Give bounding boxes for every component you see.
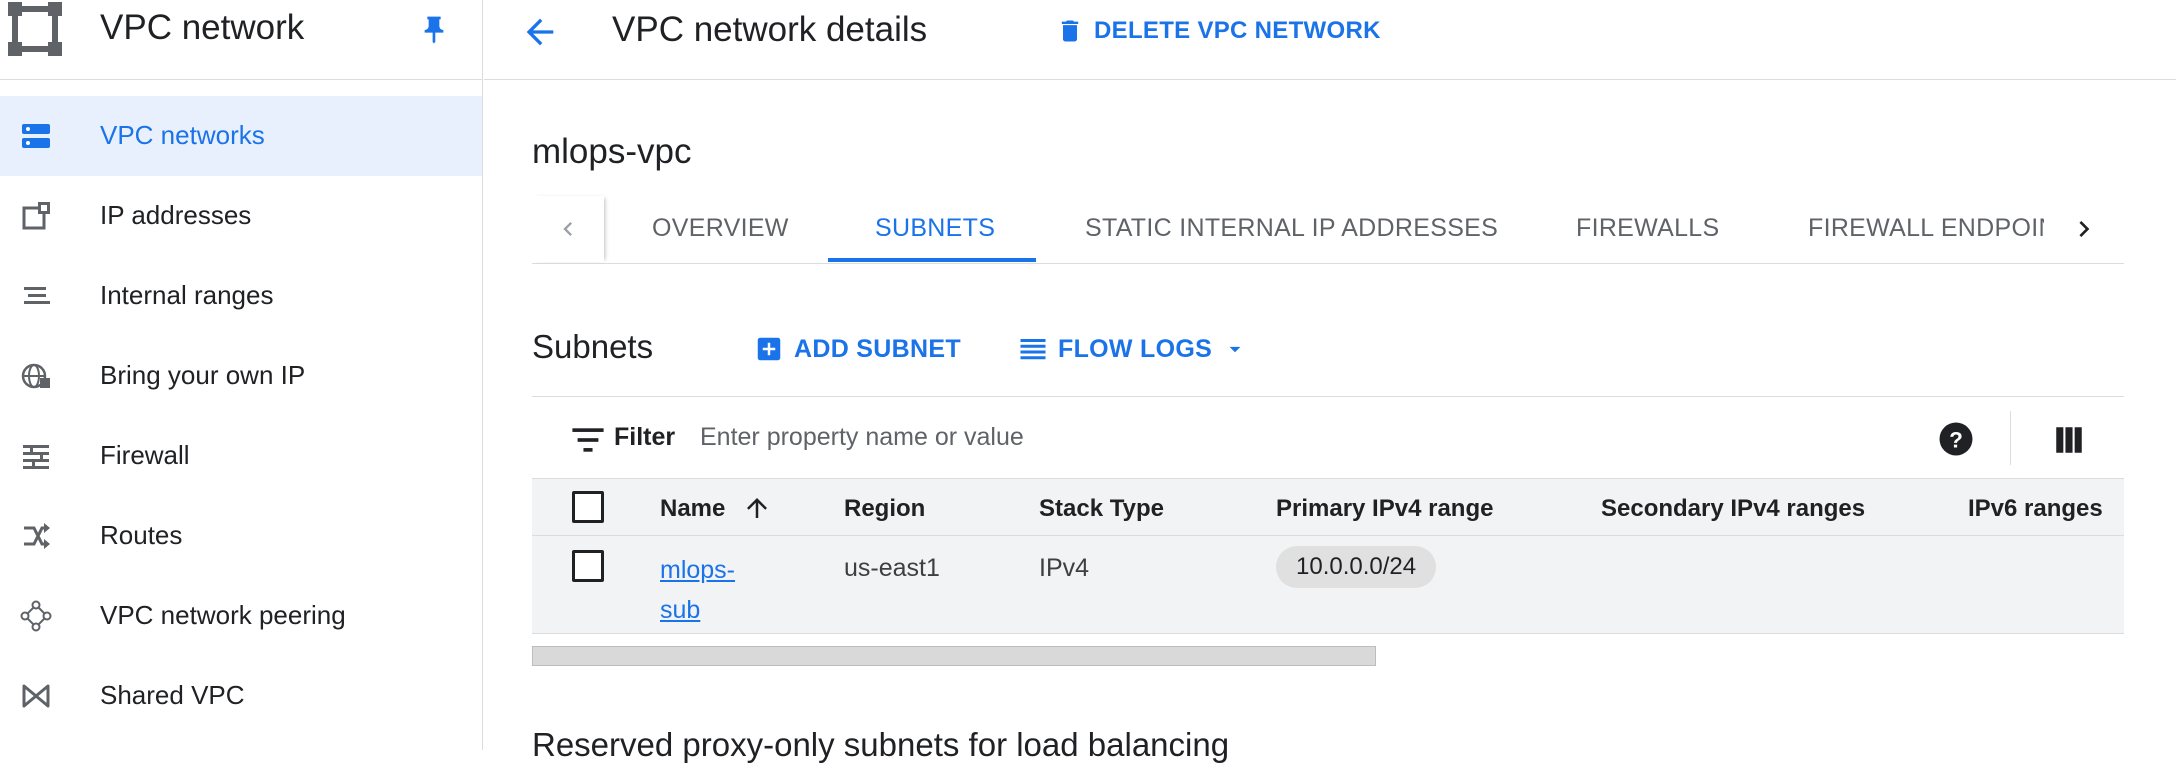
column-header-primary-ipv4-range[interactable]: Primary IPv4 range xyxy=(1276,495,1493,523)
dropdown-arrow-icon xyxy=(1229,346,1241,353)
tab-strip: OVERVIEW SUBNETS STATIC INTERNAL IP ADDR… xyxy=(604,196,2044,264)
peering-icon xyxy=(20,600,52,632)
sidebar-item-vpc-networks[interactable]: VPC networks xyxy=(0,96,482,176)
add-subnet-label: ADD SUBNET xyxy=(794,334,961,363)
sidebar-item-label: IP addresses xyxy=(100,200,252,230)
top-bar: VPC network details DELETE VPC NETWORK xyxy=(484,0,2176,80)
svg-text:?: ? xyxy=(1949,427,1963,452)
sidebar-item-shared-vpc[interactable]: Shared VPC xyxy=(0,656,482,736)
add-box-icon xyxy=(757,337,781,361)
delete-vpc-network-button[interactable]: DELETE VPC NETWORK xyxy=(1056,14,1381,48)
primary-ipv4-chip: 10.0.0.0/24 xyxy=(1276,546,1437,588)
sidebar-item-bring-your-own-ip[interactable]: Bring your own IP xyxy=(0,336,482,416)
sort-ascending-icon[interactable] xyxy=(742,493,772,523)
tab-scroll-right-button[interactable] xyxy=(2044,196,2124,262)
routes-icon xyxy=(24,523,50,549)
sidebar-item-ip-addresses[interactable]: IP addresses xyxy=(0,176,482,256)
subnet-region: us-east1 xyxy=(844,554,940,582)
tab-static-internal-ip-addresses[interactable]: STATIC INTERNAL IP ADDRESSES xyxy=(1085,214,1498,243)
subnet-name-link[interactable]: mlops- sub xyxy=(660,550,760,630)
sidebar-item-firewall[interactable]: Firewall xyxy=(0,416,482,496)
subnets-title: Subnets xyxy=(532,328,654,365)
subnet-name-part: mlops- xyxy=(660,556,736,584)
sidebar-title: VPC network xyxy=(100,8,305,47)
select-all-checkbox[interactable] xyxy=(572,491,604,523)
sidebar-item-label: Firewall xyxy=(100,440,190,470)
flow-logs-label: FLOW LOGS xyxy=(1058,334,1213,363)
help-icon[interactable]: ? xyxy=(1938,421,1974,457)
tab-firewalls[interactable]: FIREWALLS xyxy=(1576,214,1719,243)
sidebar-item-internal-ranges[interactable]: Internal ranges xyxy=(0,256,482,336)
filter-bar: Filter ? xyxy=(532,396,2124,478)
chevron-left-icon xyxy=(563,222,572,236)
active-tab-indicator xyxy=(828,258,1036,262)
sidebar-item-label: Routes xyxy=(100,520,183,550)
globe-icon xyxy=(21,363,50,389)
sidebar-item-label: VPC networks xyxy=(100,120,265,150)
column-header-name[interactable]: Name xyxy=(660,495,725,523)
vpc-networks-icon xyxy=(22,124,50,148)
delete-vpc-network-label: DELETE VPC NETWORK xyxy=(1094,17,1381,44)
column-header-region[interactable]: Region xyxy=(844,495,925,523)
sidebar-item-label: Bring your own IP xyxy=(100,360,306,390)
sidebar: VPC network VPC networks IP addresses In… xyxy=(0,0,483,750)
sidebar-item-label: VPC network peering xyxy=(100,600,346,630)
table-row: mlops- sub us-east1 IPv4 10.0.0.0/24 xyxy=(532,536,2124,634)
tab-bar: OVERVIEW SUBNETS STATIC INTERNAL IP ADDR… xyxy=(532,196,2124,264)
toolbar-divider xyxy=(2010,411,2011,465)
chevron-right-icon xyxy=(2079,221,2090,237)
column-header-stack-type[interactable]: Stack Type xyxy=(1039,495,1164,523)
row-checkbox[interactable] xyxy=(572,550,604,582)
sidebar-nav: VPC networks IP addresses Internal range… xyxy=(0,96,482,736)
tab-scroll-left-button[interactable] xyxy=(532,196,604,262)
column-header-ipv6-ranges[interactable]: IPv6 ranges xyxy=(1968,495,2103,523)
sidebar-item-label: Shared VPC xyxy=(100,680,245,710)
reserved-proxy-subnets-title: Reserved proxy-only subnets for load bal… xyxy=(532,726,1230,763)
network-name: mlops-vpc xyxy=(532,132,692,171)
page-title: VPC network details xyxy=(612,10,928,49)
column-header-secondary-ipv4-ranges[interactable]: Secondary IPv4 ranges xyxy=(1601,495,1865,523)
add-subnet-button[interactable]: ADD SUBNET xyxy=(754,332,961,366)
subnet-stack-type: IPv4 xyxy=(1039,554,1090,582)
pin-icon[interactable] xyxy=(418,14,450,46)
trash-icon xyxy=(1061,20,1079,42)
firewall-icon xyxy=(23,445,49,469)
list-icon xyxy=(1020,339,1046,360)
back-arrow-icon[interactable] xyxy=(520,12,560,52)
ip-addresses-icon xyxy=(22,202,50,230)
tab-overview[interactable]: OVERVIEW xyxy=(652,214,789,243)
subnets-table: Name Region Stack Type Primary IPv4 rang… xyxy=(532,478,2124,634)
column-display-icon[interactable] xyxy=(2052,423,2086,457)
internal-ranges-icon xyxy=(24,287,50,304)
subnet-name-part: sub xyxy=(660,596,701,624)
filter-input[interactable] xyxy=(698,415,1698,459)
sidebar-item-vpc-network-peering[interactable]: VPC network peering xyxy=(0,576,482,656)
vpc-logo-icon xyxy=(8,2,62,56)
sidebar-item-routes[interactable]: Routes xyxy=(0,496,482,576)
sidebar-header: VPC network xyxy=(0,0,482,80)
shared-vpc-icon xyxy=(22,684,50,708)
tab-subnets[interactable]: SUBNETS xyxy=(875,214,995,243)
tab-firewall-endpoints[interactable]: FIREWALL ENDPOINTS xyxy=(1808,214,2044,243)
table-header: Name Region Stack Type Primary IPv4 rang… xyxy=(532,478,2124,536)
filter-icon xyxy=(572,428,604,452)
filter-label: Filter xyxy=(614,423,676,451)
horizontal-scrollbar[interactable] xyxy=(532,646,1376,666)
flow-logs-button[interactable]: FLOW LOGS xyxy=(1018,332,1248,366)
sidebar-item-label: Internal ranges xyxy=(100,280,274,310)
